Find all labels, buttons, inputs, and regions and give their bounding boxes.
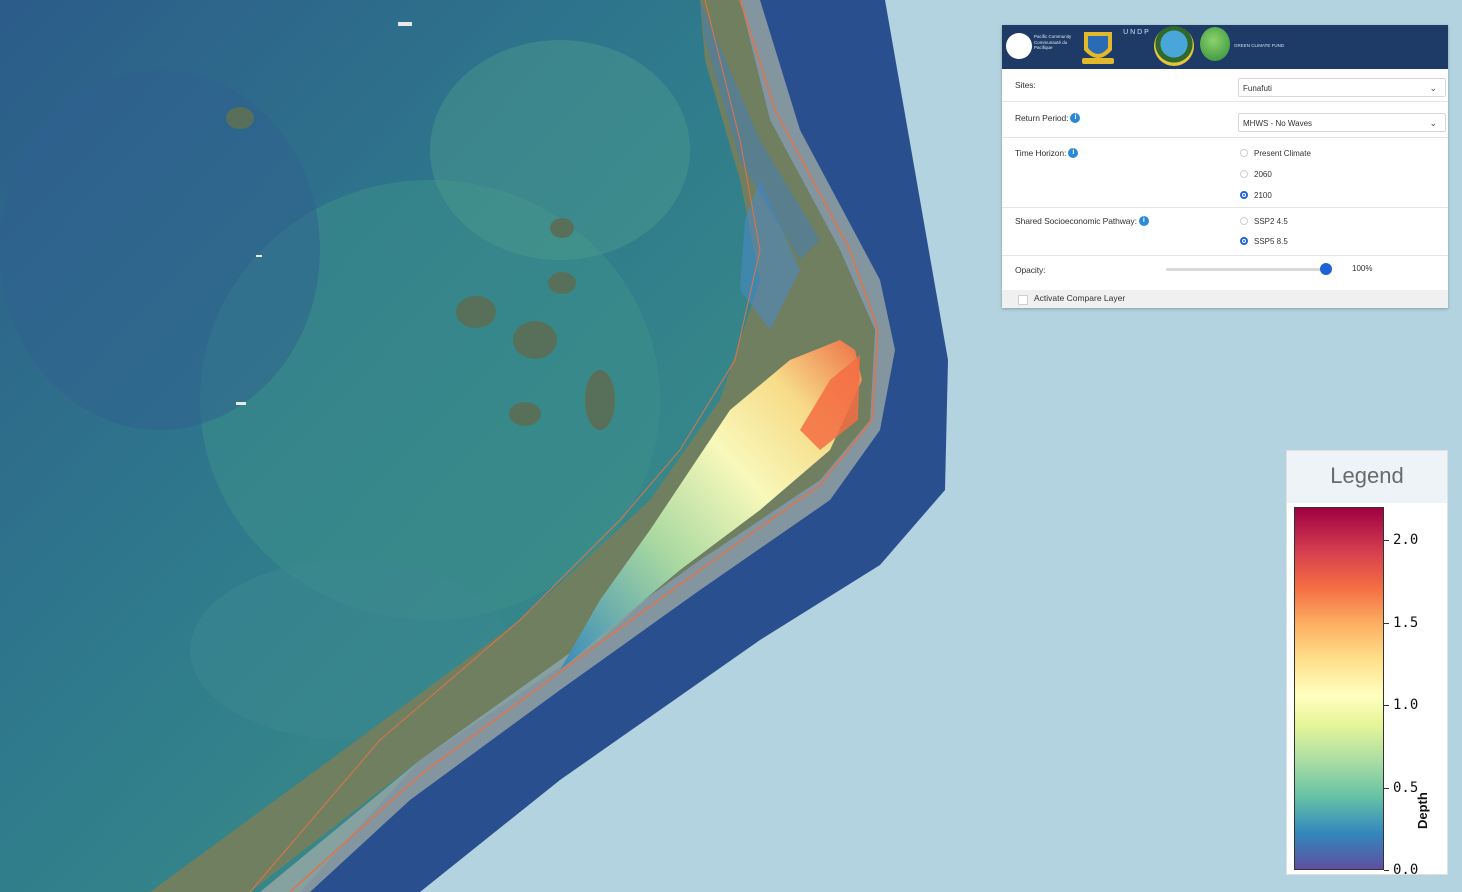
colorbar-tick xyxy=(1384,705,1389,706)
gcf-tree-logo xyxy=(1200,27,1230,61)
colorbar-tick-label: 1.0 xyxy=(1393,697,1419,713)
return-period-select[interactable]: MHWS - No Waves ⌄ xyxy=(1238,113,1446,132)
colorbar-tick xyxy=(1384,540,1389,541)
opacity-slider-track[interactable] xyxy=(1166,268,1330,271)
sites-row: Sites: Funafuti ⌄ xyxy=(1002,69,1448,102)
legend-panel: Legend 2.0 1.5 1.0 0.5 0.0 Depth xyxy=(1286,450,1448,878)
radio-icon xyxy=(1240,169,1248,178)
chevron-down-icon: ⌄ xyxy=(1429,118,1437,128)
colorbar-tick xyxy=(1384,622,1389,624)
colorbar-label: Depth xyxy=(1415,792,1430,829)
sites-value: Funafuti xyxy=(1243,84,1272,93)
colorbar-tick xyxy=(1384,787,1389,789)
return-period-value: MHWS - No Waves xyxy=(1243,119,1313,128)
project-emblem-logo xyxy=(1154,26,1194,66)
depth-colorbar xyxy=(1294,507,1384,870)
sites-select[interactable]: Funafuti ⌄ xyxy=(1238,78,1446,97)
spc-logo-text: Pacific Community Communauté du Pacifiqu… xyxy=(1034,34,1072,50)
radio-selected-icon xyxy=(1240,236,1248,245)
time-horizon-label: Time Horizon: i xyxy=(1015,148,1079,158)
undp-logo: U N D P xyxy=(1123,29,1149,36)
ssp-option-245[interactable]: SSP2 4.5 xyxy=(1240,216,1288,228)
opacity-label: Opacity: xyxy=(1015,265,1046,275)
time-option-present[interactable]: Present Climate xyxy=(1240,148,1311,160)
chevron-down-icon: ⌄ xyxy=(1429,83,1437,93)
opacity-value: 100% xyxy=(1352,264,1373,273)
info-icon[interactable]: i xyxy=(1138,216,1149,226)
legend-title: Legend xyxy=(1287,451,1447,503)
colorbar-tick-label: 1.5 xyxy=(1393,614,1419,631)
colorbar-tick-label: 2.0 xyxy=(1393,532,1419,548)
radio-icon xyxy=(1240,148,1248,157)
return-period-row: Return Period: i MHWS - No Waves ⌄ xyxy=(1002,101,1448,138)
compare-layer-row: Activate Compare Layer xyxy=(1002,290,1448,308)
gcf-logo-text: GREEN CLIMATE FUND xyxy=(1234,43,1285,48)
ssp-row: Shared Socioeconomic Pathway: i SSP2 4.5 … xyxy=(1002,207,1448,256)
colorbar-tick-label: 0.0 xyxy=(1393,862,1419,878)
info-icon[interactable]: i xyxy=(1068,148,1079,158)
radio-selected-icon xyxy=(1240,190,1248,199)
spc-logo xyxy=(1006,33,1032,59)
info-icon[interactable]: i xyxy=(1070,113,1081,123)
compare-layer-label: Activate Compare Layer xyxy=(1034,293,1126,303)
time-option-2100[interactable]: 2100 xyxy=(1240,190,1272,202)
radio-icon xyxy=(1240,216,1248,225)
partner-logos-header: Pacific Community Communauté du Pacifiqu… xyxy=(1002,25,1448,69)
sites-label: Sites: xyxy=(1015,80,1036,90)
opacity-slider-thumb[interactable] xyxy=(1320,263,1332,275)
layer-control-panel: Pacific Community Communauté du Pacifiqu… xyxy=(1002,25,1448,308)
colorbar-tick xyxy=(1384,870,1389,871)
tuvalu-crest-logo xyxy=(1082,32,1114,64)
time-option-2060[interactable]: 2060 xyxy=(1240,169,1272,181)
return-period-label: Return Period: i xyxy=(1015,113,1081,123)
compare-layer-checkbox[interactable] xyxy=(1018,295,1028,305)
ssp-label: Shared Socioeconomic Pathway: i xyxy=(1015,216,1149,226)
ssp-option-585[interactable]: SSP5 8.5 xyxy=(1240,236,1288,248)
time-horizon-row: Time Horizon: i Present Climate 2060 2100 xyxy=(1002,137,1448,208)
